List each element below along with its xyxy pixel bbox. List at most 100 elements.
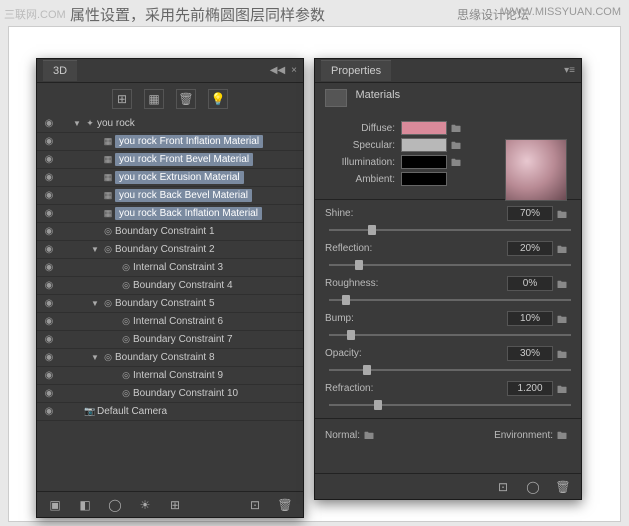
slider-track[interactable] [315,363,581,379]
tree-row[interactable]: ◉▼◎Boundary Constraint 8 [37,349,303,367]
trash2-icon[interactable]: 🗑 [553,477,573,497]
expand-arrow-icon[interactable]: ▼ [91,353,101,362]
tree-row[interactable]: ◉◎Boundary Constraint 4 [37,277,303,295]
slider-value[interactable]: 1.200 [507,381,553,396]
slider-track[interactable] [315,398,581,414]
slider-row: Shine: 70% 🖿 [315,204,581,223]
visibility-icon[interactable]: ◉ [37,388,61,399]
slider-value[interactable]: 20% [507,241,553,256]
visibility-icon[interactable]: ◉ [37,136,61,147]
tree-row[interactable]: ◉▦you rock Extrusion Material [37,169,303,187]
slider-knob[interactable] [368,225,376,235]
layer-tree[interactable]: ◉▼✦you rock◉▦you rock Front Inflation Ma… [37,115,303,491]
folder-icon[interactable]: 🖿 [557,243,571,255]
render2-icon[interactable]: ⊡ [493,477,513,497]
folder-icon[interactable]: 🖿 [451,156,465,168]
slider-track[interactable] [315,223,581,239]
material-tab-icon[interactable] [325,89,347,107]
node-type-icon: ✦ [83,118,97,129]
diffuse-swatch[interactable] [401,121,447,135]
illumination-swatch[interactable] [401,155,447,169]
visibility-icon[interactable]: ◉ [37,262,61,273]
slider-track[interactable] [315,258,581,274]
folder-icon[interactable]: 🖿 [557,278,571,290]
light2-icon[interactable]: ☀ [135,495,155,515]
material-preview[interactable] [505,139,567,201]
sphere2-icon[interactable]: ◯ [523,477,543,497]
tree-row[interactable]: ◉▦you rock Front Inflation Material [37,133,303,151]
slider-knob[interactable] [374,400,382,410]
slider-track[interactable] [315,328,581,344]
tree-item-label: Internal Constraint 3 [133,262,223,273]
tree-row[interactable]: ◉▦you rock Back Inflation Material [37,205,303,223]
tree-row[interactable]: ◉◎Boundary Constraint 10 [37,385,303,403]
folder-icon[interactable]: 🖿 [364,429,378,441]
visibility-icon[interactable]: ◉ [37,226,61,237]
mesh2-icon[interactable]: ◧ [75,495,95,515]
panel-collapse-icon[interactable]: ◀◀ [270,65,285,76]
tree-row[interactable]: ◉◎Internal Constraint 6 [37,313,303,331]
trash-icon[interactable]: 🗑 [176,89,196,109]
tree-row[interactable]: ◉◎Internal Constraint 9 [37,367,303,385]
folder-icon[interactable]: 🖿 [451,139,465,151]
expand-arrow-icon[interactable]: ▼ [91,299,101,308]
slider-value[interactable]: 10% [507,311,553,326]
panel-props-tab[interactable]: Properties [321,60,391,81]
slider-knob[interactable] [363,365,371,375]
folder-icon[interactable]: 🖿 [557,429,571,441]
tree-row[interactable]: ◉📷Default Camera [37,403,303,421]
node-type-icon: ▦ [101,154,115,165]
sphere-icon[interactable]: ◯ [105,495,125,515]
folder-icon[interactable]: 🖿 [451,122,465,134]
panel-props-header[interactable]: Properties ▾≡ [315,59,581,83]
visibility-icon[interactable]: ◉ [37,208,61,219]
materials-label: Materials [355,89,400,101]
visibility-icon[interactable]: ◉ [37,334,61,345]
tree-row[interactable]: ◉▦you rock Front Bevel Material [37,151,303,169]
panel-menu-icon[interactable]: ▾≡ [564,65,575,76]
folder-icon[interactable]: 🖿 [557,348,571,360]
panel-close-icon[interactable]: × [291,65,297,76]
visibility-icon[interactable]: ◉ [37,406,61,417]
slider-track[interactable] [315,293,581,309]
tree-row[interactable]: ◉▦you rock Back Bevel Material [37,187,303,205]
grid-icon[interactable]: ⊞ [165,495,185,515]
folder-icon[interactable]: 🖿 [557,383,571,395]
tree-row[interactable]: ◉◎Boundary Constraint 7 [37,331,303,349]
panel-3d-header[interactable]: 3D ◀◀ × [37,59,303,83]
visibility-icon[interactable]: ◉ [37,118,61,129]
panel-3d-tab[interactable]: 3D [43,60,77,81]
ambient-swatch[interactable] [401,172,447,186]
slider-value[interactable]: 0% [507,276,553,291]
tree-row[interactable]: ◉▼◎Boundary Constraint 5 [37,295,303,313]
visibility-icon[interactable]: ◉ [37,190,61,201]
slider-knob[interactable] [347,330,355,340]
folder-icon[interactable]: 🖿 [557,208,571,220]
visibility-icon[interactable]: ◉ [37,352,61,363]
tree-row[interactable]: ◉▼◎Boundary Constraint 2 [37,241,303,259]
visibility-icon[interactable]: ◉ [37,370,61,381]
expand-arrow-icon[interactable]: ▼ [73,119,83,128]
visibility-icon[interactable]: ◉ [37,316,61,327]
filter-icon[interactable]: ⊞ [112,89,132,109]
new-icon[interactable]: ⊡ [245,495,265,515]
slider-value[interactable]: 30% [507,346,553,361]
render-icon[interactable]: ▣ [45,495,65,515]
visibility-icon[interactable]: ◉ [37,280,61,291]
visibility-icon[interactable]: ◉ [37,298,61,309]
tree-row[interactable]: ◉◎Boundary Constraint 1 [37,223,303,241]
slider-knob[interactable] [355,260,363,270]
light-icon[interactable]: 💡 [208,89,228,109]
visibility-icon[interactable]: ◉ [37,244,61,255]
slider-knob[interactable] [342,295,350,305]
folder-icon[interactable]: 🖿 [557,313,571,325]
mesh-icon[interactable]: ▦ [144,89,164,109]
expand-arrow-icon[interactable]: ▼ [91,245,101,254]
tree-row[interactable]: ◉▼✦you rock [37,115,303,133]
tree-row[interactable]: ◉◎Internal Constraint 3 [37,259,303,277]
specular-swatch[interactable] [401,138,447,152]
visibility-icon[interactable]: ◉ [37,154,61,165]
slider-value[interactable]: 70% [507,206,553,221]
visibility-icon[interactable]: ◉ [37,172,61,183]
delete-icon[interactable]: 🗑 [275,495,295,515]
